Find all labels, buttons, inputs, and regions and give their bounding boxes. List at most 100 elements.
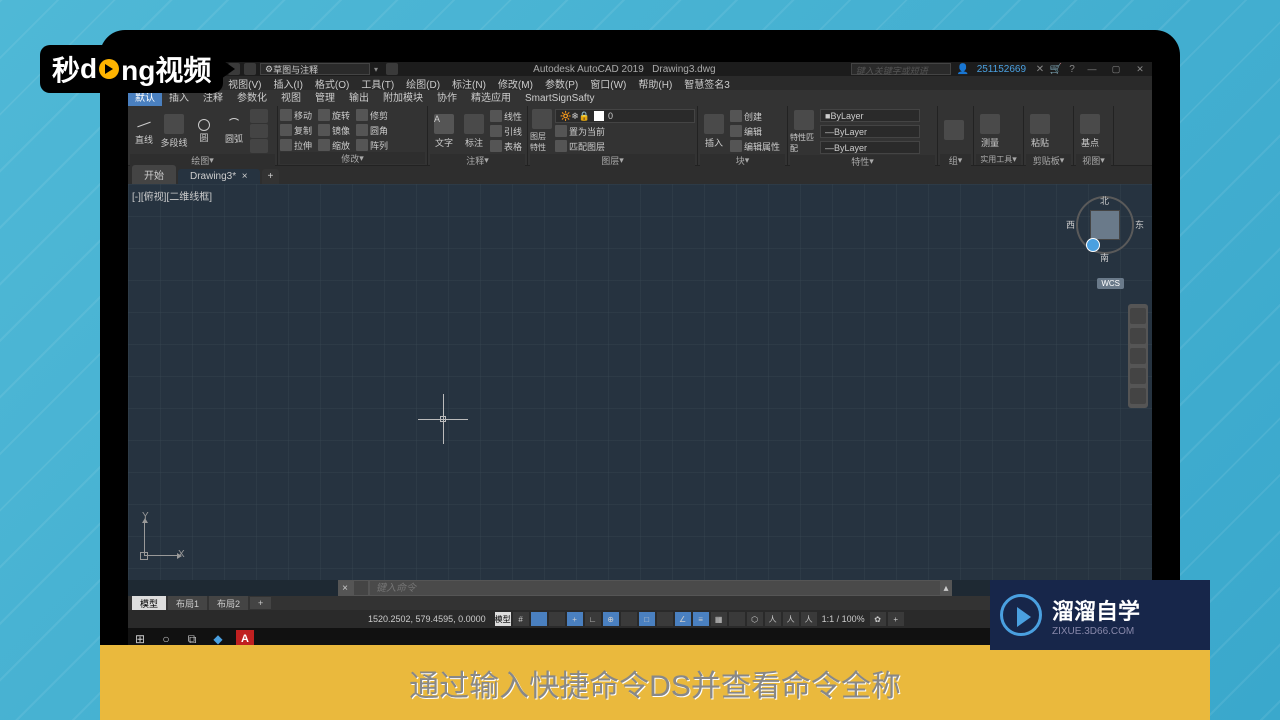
leader-button[interactable]: 引线 xyxy=(490,124,522,138)
user-name[interactable]: 251152669 xyxy=(977,64,1026,75)
panel-modify-title[interactable]: 修改 ▾ xyxy=(280,152,425,164)
layer-dropdown[interactable]: 🔆❄🔒 0 xyxy=(555,109,695,123)
edit-attr-button[interactable]: 编辑属性 xyxy=(730,139,780,153)
cmdline-close-icon[interactable]: × xyxy=(338,583,352,594)
status-polar-icon[interactable]: ⊕ xyxy=(603,612,619,626)
status-cycling-icon[interactable] xyxy=(729,612,745,626)
color-dropdown[interactable]: ■ ByLayer xyxy=(820,109,920,122)
tab-collab[interactable]: 协作 xyxy=(430,87,464,106)
lineweight-dropdown[interactable]: — ByLayer xyxy=(820,125,920,138)
tab-layout1[interactable]: 布局1 xyxy=(168,596,207,611)
table-button[interactable]: 表格 xyxy=(490,139,522,153)
tab-output[interactable]: 输出 xyxy=(342,87,376,106)
arc-button[interactable]: 圆弧 xyxy=(220,108,248,154)
mirror-button[interactable]: 镜像 xyxy=(318,123,350,137)
paste-button[interactable]: 粘贴 xyxy=(1026,108,1054,154)
file-tab-start[interactable]: 开始 xyxy=(132,165,176,184)
stretch-button[interactable]: 拉伸 xyxy=(280,138,312,152)
copy-button[interactable]: 复制 xyxy=(280,123,312,137)
rect-button[interactable] xyxy=(250,109,268,123)
drawing-canvas[interactable]: [-][俯视][二维线框] YX 北 南 东 西 WCS xyxy=(128,184,1152,580)
menu-smartsign[interactable]: 智慧签名3 xyxy=(678,76,736,91)
status-model-button[interactable]: 模型 xyxy=(495,612,511,626)
panel-annotate-title[interactable]: 注释 ▾ xyxy=(430,154,525,166)
workspace-dropdown[interactable]: ⚙ 草图与注释 xyxy=(260,63,370,75)
tab-view[interactable]: 视图 xyxy=(274,87,308,106)
panel-groups-title[interactable]: 组 ▾ xyxy=(940,154,971,166)
status-infer-icon[interactable] xyxy=(549,612,565,626)
fillet-button[interactable]: 圆角 xyxy=(356,123,388,137)
status-ws-icon[interactable]: + xyxy=(888,612,904,626)
status-ortho-icon[interactable]: ∟ xyxy=(585,612,601,626)
qat-dropdown-icon[interactable]: ▾ xyxy=(374,65,382,74)
match-layer-button[interactable]: 匹配图层 xyxy=(555,139,605,153)
menu-window[interactable]: 窗口(W) xyxy=(584,76,632,91)
viewport-label[interactable]: [-][俯视][二维线框] xyxy=(132,188,212,203)
status-otrack-icon[interactable]: ∠ xyxy=(675,612,691,626)
panel-view-title[interactable]: 视图 ▾ xyxy=(1076,154,1111,166)
signin-icon[interactable]: 👤 xyxy=(957,63,969,75)
dim-button[interactable]: 标注 xyxy=(460,108,488,154)
menu-params[interactable]: 参数(P) xyxy=(539,76,584,91)
cart-icon[interactable]: 🛒 xyxy=(1050,63,1062,75)
nav-orbit-icon[interactable] xyxy=(1130,368,1146,384)
tab-express[interactable]: 精选应用 xyxy=(464,87,518,106)
status-3dosnap-icon[interactable] xyxy=(657,612,673,626)
status-transparency-icon[interactable]: ▦ xyxy=(711,612,727,626)
share-icon[interactable] xyxy=(386,63,398,75)
maximize-button[interactable]: ▢ xyxy=(1104,62,1128,76)
panel-utils-title[interactable]: 实用工具 ▾ xyxy=(976,154,1021,165)
panel-layers-title[interactable]: 图层 ▾ xyxy=(530,154,695,166)
measure-button[interactable]: 测量 xyxy=(976,108,1004,154)
match-props-button[interactable]: 特性匹配 xyxy=(790,109,818,155)
cmdline-history-icon[interactable]: ▴ xyxy=(940,583,952,594)
status-anno1-icon[interactable]: ⬡ xyxy=(747,612,763,626)
nav-showmotion-icon[interactable] xyxy=(1130,388,1146,404)
tab-layout2[interactable]: 布局2 xyxy=(209,596,248,611)
help-search-input[interactable]: 键入关键字或短语 xyxy=(851,63,951,75)
hatch-button[interactable] xyxy=(250,139,268,153)
status-anno2-icon[interactable]: 人 xyxy=(765,612,781,626)
line-button[interactable]: 直线 xyxy=(130,108,158,154)
group-button[interactable] xyxy=(940,108,968,154)
tab-add-layout[interactable]: + xyxy=(250,597,271,609)
help-icon[interactable]: ? xyxy=(1066,63,1078,75)
create-block-button[interactable]: 创建 xyxy=(730,109,780,123)
nav-zoom-icon[interactable] xyxy=(1130,348,1146,364)
wcs-badge[interactable]: WCS xyxy=(1097,278,1124,289)
redo-icon[interactable] xyxy=(244,63,256,75)
status-scale[interactable]: 1:1 / 100% xyxy=(822,614,865,624)
status-anno4-icon[interactable]: 人 xyxy=(801,612,817,626)
tab-smartsign[interactable]: SmartSignSafty xyxy=(518,91,601,106)
layer-props-button[interactable]: 图层特性 xyxy=(530,108,553,154)
scale-button[interactable]: 缩放 xyxy=(318,138,350,152)
status-snap-icon[interactable] xyxy=(531,612,547,626)
array-button[interactable]: 阵列 xyxy=(356,138,388,152)
nav-wheel-icon[interactable] xyxy=(1130,308,1146,324)
file-tab-add[interactable]: + xyxy=(262,169,280,184)
linetype-dropdown[interactable]: — ByLayer xyxy=(820,141,920,154)
command-input[interactable] xyxy=(370,581,940,595)
status-dyn-icon[interactable]: + xyxy=(567,612,583,626)
polyline-button[interactable]: 多段线 xyxy=(160,108,188,154)
close-button[interactable]: ✕ xyxy=(1128,62,1152,76)
exchange-icon[interactable]: ✕ xyxy=(1034,63,1046,75)
tab-model[interactable]: 模型 xyxy=(132,596,166,611)
coords-display[interactable]: 1520.2502, 579.4595, 0.0000 xyxy=(368,614,486,624)
status-lwt-icon[interactable]: ≡ xyxy=(693,612,709,626)
ellipse-button[interactable] xyxy=(250,124,268,138)
cmdline-customize-icon[interactable] xyxy=(354,581,368,595)
make-current-button[interactable]: 置为当前 xyxy=(555,124,605,138)
rotate-button[interactable]: 旋转 xyxy=(318,108,350,122)
edit-block-button[interactable]: 编辑 xyxy=(730,124,780,138)
status-osnap-icon[interactable]: □ xyxy=(639,612,655,626)
panel-clipboard-title[interactable]: 剪贴板 ▾ xyxy=(1026,154,1071,166)
tab-addins[interactable]: 附加模块 xyxy=(376,87,430,106)
nav-pan-icon[interactable] xyxy=(1130,328,1146,344)
linear-button[interactable]: 线性 xyxy=(490,109,522,123)
viewcube[interactable]: 北 南 东 西 xyxy=(1076,196,1134,254)
status-anno3-icon[interactable]: 人 xyxy=(783,612,799,626)
insert-block-button[interactable]: 插入 xyxy=(700,108,728,154)
file-tab-current[interactable]: Drawing3* × xyxy=(178,169,260,184)
menu-help[interactable]: 帮助(H) xyxy=(632,76,678,91)
